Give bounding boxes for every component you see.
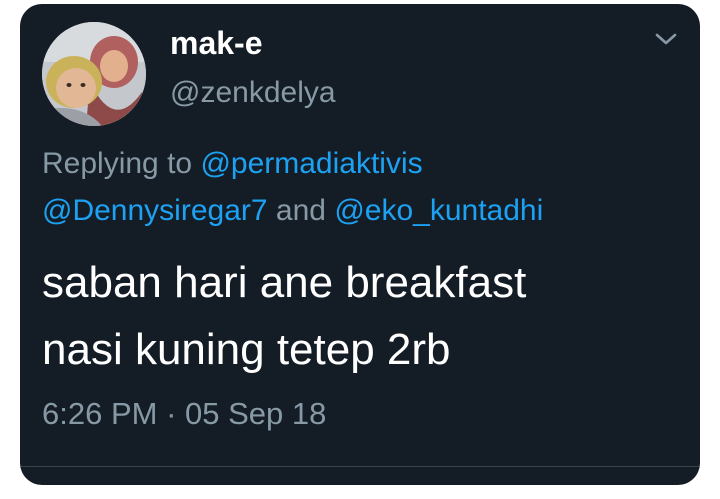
tweet-card: mak-e @zenkdelya Replying to @permadiakt…	[20, 4, 700, 485]
display-name[interactable]: mak-e	[170, 25, 263, 62]
chevron-down-icon[interactable]	[652, 28, 680, 50]
date: 05 Sep 18	[185, 396, 327, 431]
timestamp[interactable]: 6:26 PM · 05 Sep 18	[42, 396, 326, 432]
mention-link[interactable]: @Dennysiregar7	[42, 194, 268, 227]
avatar-photo	[42, 22, 146, 126]
tweet-text-line: nasi kuning tetep 2rb	[42, 325, 451, 374]
mention-link[interactable]: @eko_kuntadhi	[334, 194, 543, 227]
user-handle[interactable]: @zenkdelya	[170, 76, 336, 110]
time: 6:26 PM	[42, 396, 158, 431]
mention-joiner: and	[275, 194, 326, 227]
divider	[20, 466, 700, 467]
separator: ·	[166, 396, 177, 431]
tweet-text: saban hari ane breakfast nasi kuning tet…	[42, 249, 682, 383]
tweet-text-line: saban hari ane breakfast	[42, 258, 527, 307]
mention-link[interactable]: @permadiaktivis	[200, 147, 422, 180]
avatar[interactable]	[42, 22, 146, 126]
replying-to: Replying to @permadiaktivis @Dennysirega…	[42, 140, 682, 234]
replying-to-label: Replying to	[42, 147, 193, 180]
